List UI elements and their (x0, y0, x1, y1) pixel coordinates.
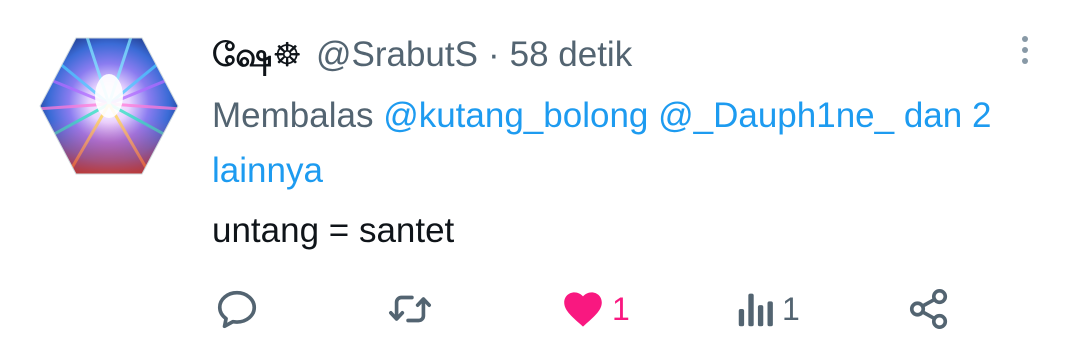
views-count: 1 (782, 291, 800, 327)
retweet-icon (389, 295, 431, 323)
avatar[interactable] (36, 34, 182, 178)
like-count: 1 (612, 291, 630, 327)
timestamp[interactable]: 58 detik (510, 30, 633, 80)
user-handle[interactable]: @SrabutS (316, 30, 478, 80)
mention-link[interactable]: @kutang_bolong (383, 96, 648, 135)
mention-link[interactable]: @_Dauph1ne_ (658, 96, 894, 135)
retweet-button[interactable] (386, 286, 434, 332)
more-icon[interactable] (1010, 30, 1040, 70)
heart-icon (564, 292, 602, 327)
reply-icon (217, 290, 257, 329)
reply-button[interactable] (214, 286, 260, 332)
views-icon (738, 293, 773, 327)
views-button[interactable]: 1 (736, 286, 800, 332)
like-button[interactable]: 1 (560, 286, 630, 332)
reply-prefix: Membalas (212, 96, 374, 135)
tweet-header: ஷே☸ @SrabutS · 58 detik (212, 30, 632, 80)
display-name[interactable]: ஷே☸ (212, 30, 302, 80)
reply-context: Membalas @kutang_bolong @_Dauph1ne_ dan … (212, 88, 1052, 198)
share-icon (909, 288, 948, 330)
share-button[interactable] (906, 286, 952, 332)
tweet-text: untang = santet (212, 211, 455, 250)
separator-dot: · (487, 35, 500, 74)
tweet: ஷே☸ @SrabutS · 58 detik Membalas @kutang… (0, 0, 1079, 351)
